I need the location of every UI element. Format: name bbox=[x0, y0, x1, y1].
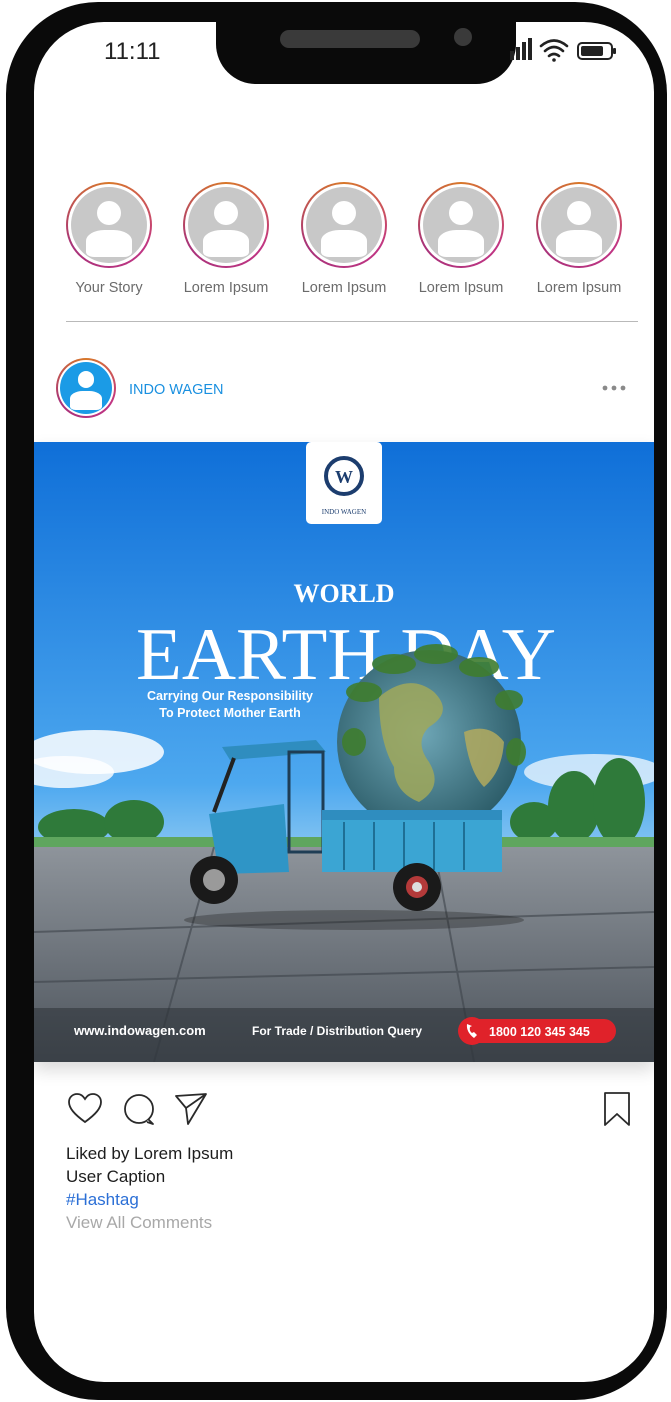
story-ring bbox=[418, 182, 504, 268]
headline-small: WORLD bbox=[293, 579, 394, 608]
post-username[interactable]: INDO WAGEN bbox=[129, 382, 224, 398]
heart-icon[interactable] bbox=[66, 1090, 104, 1128]
stories-row: Your Story Lorem Ipsum Lorem Ipsum Lorem… bbox=[34, 182, 654, 302]
status-icons bbox=[510, 36, 620, 66]
story-item[interactable]: Lorem Ipsum bbox=[289, 182, 399, 296]
user-icon bbox=[60, 362, 112, 414]
trade-text: For Trade / Distribution Query bbox=[252, 1024, 422, 1038]
notch bbox=[216, 22, 516, 84]
hashtag-link[interactable]: #Hashtag bbox=[66, 1188, 626, 1211]
front-camera bbox=[454, 28, 472, 46]
speaker bbox=[280, 30, 420, 48]
avatar-icon bbox=[423, 187, 499, 263]
phone-frame: 11:11 Your Story Lorem Ipsum Lorem Ipsum… bbox=[6, 2, 667, 1400]
post-actions bbox=[66, 1090, 636, 1130]
story-ring bbox=[66, 182, 152, 268]
logo-letter: W bbox=[335, 467, 353, 487]
post-header: INDO WAGEN bbox=[56, 358, 636, 418]
story-item[interactable]: Lorem Ipsum bbox=[406, 182, 516, 296]
stories-divider bbox=[66, 321, 638, 322]
story-label: Lorem Ipsum bbox=[301, 280, 387, 296]
comment-icon[interactable] bbox=[120, 1090, 158, 1128]
story-item[interactable]: Lorem Ipsum bbox=[171, 182, 281, 296]
logo-text: INDO WAGEN bbox=[322, 508, 366, 516]
story-ring bbox=[536, 182, 622, 268]
signal-icon bbox=[510, 38, 532, 60]
website-text: www.indowagen.com bbox=[73, 1023, 206, 1038]
post-image[interactable]: W INDO WAGEN WORLD EARTH DAY Carrying Ou… bbox=[34, 442, 654, 1062]
phone-number: 1800 120 345 345 bbox=[489, 1025, 590, 1039]
view-comments-link[interactable]: View All Comments bbox=[66, 1211, 626, 1234]
story-ring bbox=[301, 182, 387, 268]
battery-icon bbox=[577, 42, 616, 60]
story-label: Lorem Ipsum bbox=[536, 280, 622, 296]
wifi-icon bbox=[539, 39, 569, 62]
avatar-icon bbox=[71, 187, 147, 263]
status-time: 11:11 bbox=[104, 38, 161, 65]
caption-text: User Caption bbox=[66, 1167, 166, 1186]
story-item[interactable]: Lorem Ipsum bbox=[524, 182, 634, 296]
avatar-icon bbox=[541, 187, 617, 263]
story-label: Your Story bbox=[75, 280, 143, 296]
story-label: Lorem Ipsum bbox=[418, 280, 504, 296]
subtitle-line1: Carrying Our Responsibility bbox=[147, 689, 313, 703]
story-label: Lorem Ipsum bbox=[183, 280, 269, 296]
story-your-story[interactable]: Your Story bbox=[54, 182, 164, 296]
subtitle-line2: To Protect Mother Earth bbox=[159, 706, 300, 720]
avatar-icon bbox=[306, 187, 382, 263]
more-options-icon[interactable] bbox=[601, 378, 627, 398]
share-icon[interactable] bbox=[172, 1090, 210, 1128]
story-ring bbox=[183, 182, 269, 268]
bookmark-icon[interactable] bbox=[598, 1090, 636, 1128]
post-avatar[interactable] bbox=[56, 358, 116, 418]
liked-by-text[interactable]: Liked by Lorem Ipsum bbox=[66, 1142, 626, 1165]
avatar-icon bbox=[188, 187, 264, 263]
post-meta: Liked by Lorem Ipsum User Caption #Hasht… bbox=[66, 1142, 626, 1234]
phone-screen: 11:11 Your Story Lorem Ipsum Lorem Ipsum… bbox=[34, 22, 654, 1382]
